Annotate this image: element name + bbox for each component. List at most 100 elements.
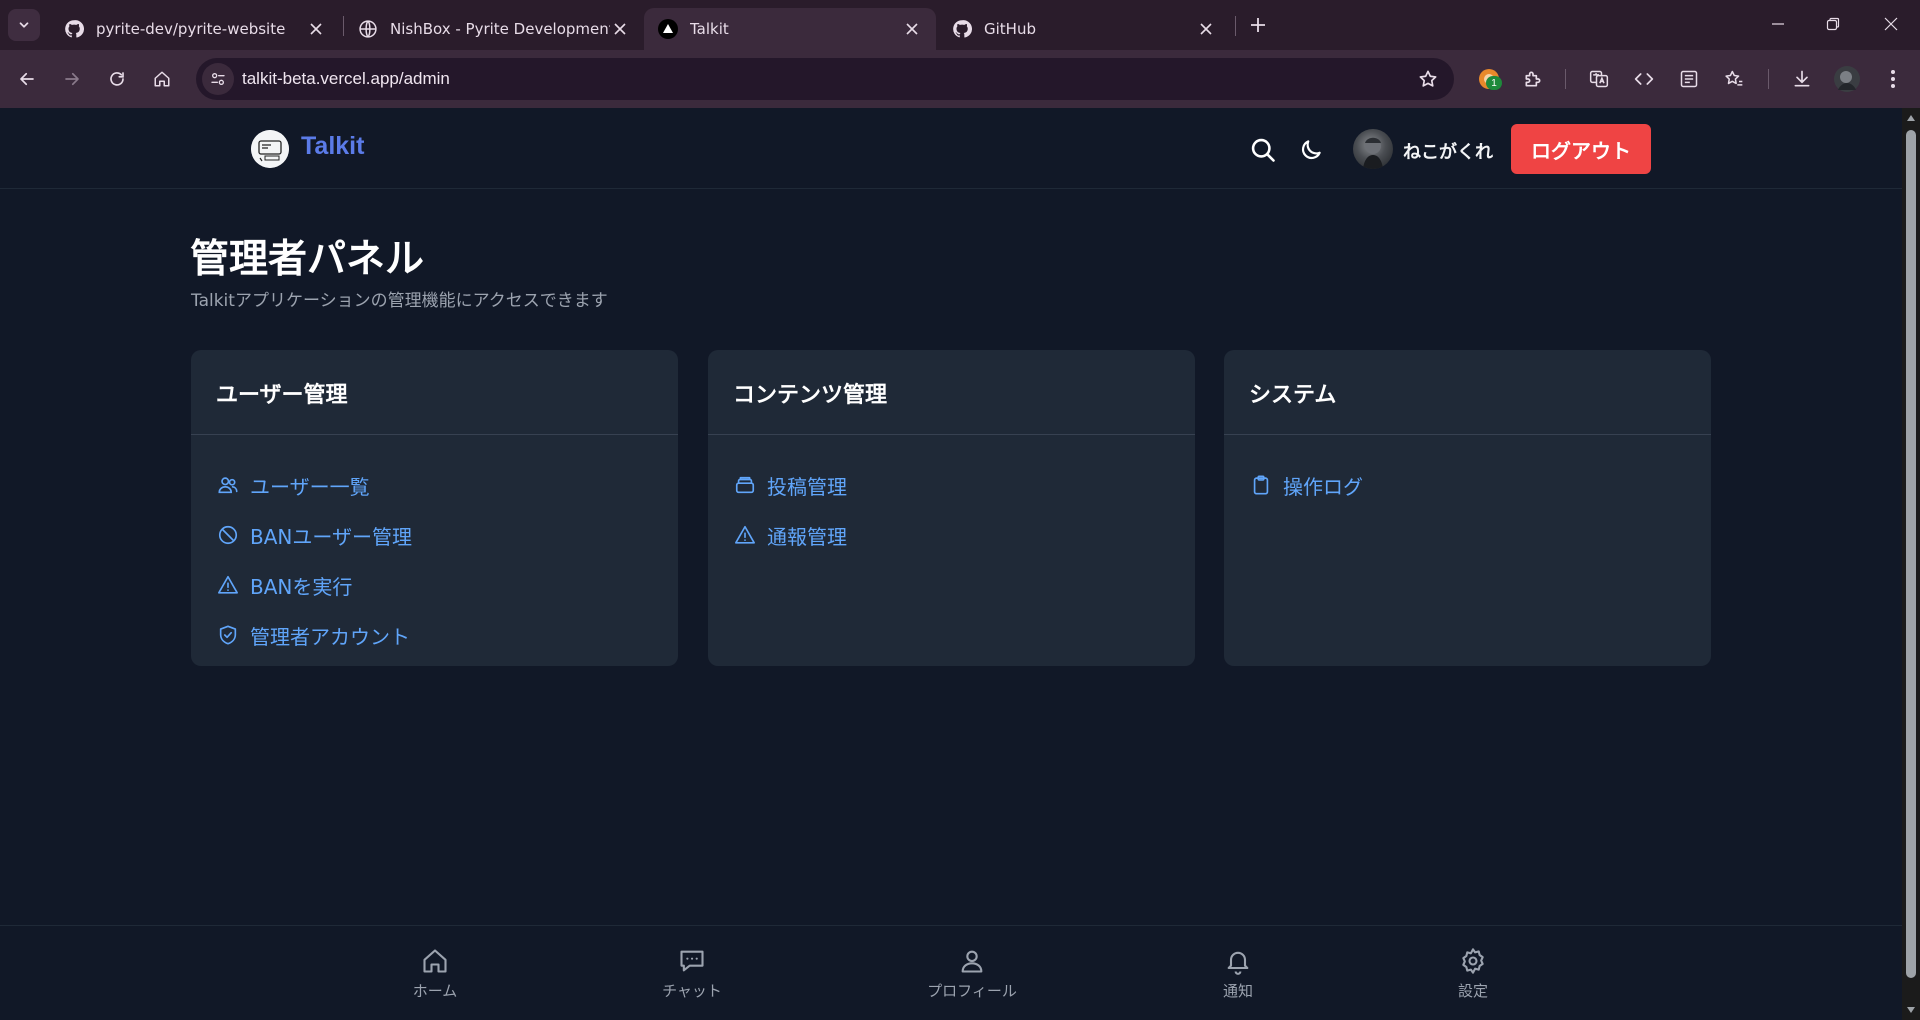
browser-tab-pyrite-website[interactable]: pyrite-dev/pyrite-website <box>50 8 340 50</box>
link-admin-accounts[interactable]: 管理者アカウント <box>216 610 653 660</box>
card-title: システム <box>1224 350 1711 435</box>
link-execute-ban[interactable]: BANを実行 <box>216 560 653 610</box>
close-window-button[interactable] <box>1869 6 1913 42</box>
reading-mode-button[interactable] <box>1672 62 1706 96</box>
scroll-down-icon[interactable] <box>1906 1005 1916 1015</box>
browser-tab-talkit[interactable]: Talkit <box>644 8 936 50</box>
forward-button[interactable] <box>55 62 89 96</box>
github-icon <box>64 19 84 39</box>
star-icon <box>1419 70 1437 87</box>
minimize-button[interactable] <box>1756 6 1800 42</box>
chevron-down-icon <box>19 22 29 28</box>
github-icon <box>952 19 972 39</box>
user-icon <box>957 946 987 976</box>
warning-icon <box>733 523 757 547</box>
nav-label: 設定 <box>1457 982 1488 1000</box>
username[interactable]: ねこがくれ <box>1403 138 1493 164</box>
home-icon <box>154 71 170 87</box>
devtools-button[interactable] <box>1627 62 1661 96</box>
shield-check-icon <box>216 623 240 647</box>
nav-label: チャット <box>662 982 722 1000</box>
link-user-list[interactable]: ユーザー一覧 <box>216 460 653 510</box>
search-button[interactable] <box>1248 135 1278 165</box>
site-info-button[interactable] <box>202 63 234 95</box>
nav-notifications[interactable]: 通知 <box>1178 946 1298 1001</box>
scroll-up-icon[interactable] <box>1906 113 1916 123</box>
extension-button[interactable]: 1 <box>1472 62 1506 96</box>
arrow-left-icon <box>20 72 34 86</box>
home-icon <box>420 946 450 976</box>
browser-tab-github[interactable]: GitHub <box>938 8 1230 50</box>
browser-tab-nishbox[interactable]: NishBox - Pyrite Development T <box>344 8 644 50</box>
tab-separator <box>1235 16 1236 36</box>
link-report-management[interactable]: 通報管理 <box>733 510 1170 560</box>
scroll-thumb[interactable] <box>1906 130 1916 978</box>
logo-image[interactable] <box>251 130 289 168</box>
content-management-card: コンテンツ管理 投稿管理 通報管理 <box>708 350 1195 666</box>
address-bar[interactable]: talkit-beta.vercel.app/admin <box>196 58 1454 100</box>
link-banned-users[interactable]: BANユーザー管理 <box>216 510 653 560</box>
system-card: システム 操作ログ <box>1224 350 1711 666</box>
card-title: コンテンツ管理 <box>708 350 1195 435</box>
chat-icon <box>677 946 707 976</box>
tune-icon <box>211 73 225 85</box>
bottom-navigation: ホーム チャット プロフィール 通知 設定 <box>0 925 1902 1020</box>
extensions-menu-button[interactable] <box>1516 62 1550 96</box>
page-scrollbar[interactable] <box>1902 108 1920 1020</box>
moon-icon <box>1301 140 1321 160</box>
tab-search-button[interactable] <box>8 9 40 41</box>
link-post-management[interactable]: 投稿管理 <box>733 460 1170 510</box>
home-button[interactable] <box>145 62 179 96</box>
back-button[interactable] <box>10 62 44 96</box>
close-tab-icon[interactable] <box>306 19 326 39</box>
nav-settings[interactable]: 設定 <box>1413 946 1533 1001</box>
user-avatar[interactable] <box>1353 129 1393 169</box>
translate-button[interactable] <box>1582 62 1616 96</box>
downloads-button[interactable] <box>1785 62 1819 96</box>
link-label: BANユーザー管理 <box>250 524 412 549</box>
tab-title: pyrite-dev/pyrite-website <box>96 20 286 38</box>
restore-icon <box>1826 17 1840 31</box>
tab-title: NishBox - Pyrite Development T <box>390 20 610 38</box>
browser-tab-bar: pyrite-dev/pyrite-website NishBox - Pyri… <box>0 0 1920 50</box>
browser-toolbar: talkit-beta.vercel.app/admin 1 <box>0 50 1920 108</box>
ban-icon <box>216 523 240 547</box>
logo-icon <box>251 130 289 168</box>
code-icon <box>1634 73 1654 85</box>
nav-chat[interactable]: チャット <box>632 946 752 1001</box>
bookmark-button[interactable] <box>1416 67 1440 91</box>
theme-toggle-button[interactable] <box>1296 135 1326 165</box>
reload-icon <box>110 72 124 86</box>
reload-button[interactable] <box>100 62 134 96</box>
warning-icon <box>216 573 240 597</box>
toolbar-separator <box>1768 69 1769 89</box>
vercel-icon <box>658 19 678 39</box>
url-text: talkit-beta.vercel.app/admin <box>242 69 450 88</box>
arrow-right-icon <box>65 72 79 86</box>
link-label: 操作ログ <box>1283 474 1363 499</box>
link-label: ユーザー一覧 <box>250 474 370 499</box>
nav-label: 通知 <box>1222 982 1253 1000</box>
profile-button[interactable] <box>1830 62 1864 96</box>
favorites-button[interactable] <box>1717 62 1751 96</box>
restore-button[interactable] <box>1811 6 1855 42</box>
translate-icon <box>1589 70 1609 88</box>
link-operation-log[interactable]: 操作ログ <box>1249 460 1686 510</box>
card-title: ユーザー管理 <box>191 350 678 435</box>
nav-profile[interactable]: プロフィール <box>912 946 1032 1001</box>
link-label: 通報管理 <box>767 524 847 549</box>
brand-name[interactable]: Talkit <box>301 132 364 161</box>
search-icon <box>1251 138 1275 162</box>
close-tab-icon[interactable] <box>610 19 630 39</box>
star-list-icon <box>1725 70 1743 86</box>
logout-button[interactable]: ログアウト <box>1511 124 1651 174</box>
close-tab-icon[interactable] <box>1196 19 1216 39</box>
new-tab-button[interactable] <box>1243 10 1273 40</box>
gear-icon <box>1458 946 1488 976</box>
nav-home[interactable]: ホーム <box>375 946 495 1001</box>
tab-title: Talkit <box>690 20 729 38</box>
nav-label: ホーム <box>412 982 458 1000</box>
user-management-card: ユーザー管理 ユーザー一覧 BANユーザー管理 BANを実行 管理者アカウント <box>191 350 678 666</box>
browser-menu-button[interactable] <box>1876 62 1910 96</box>
close-tab-icon[interactable] <box>902 19 922 39</box>
